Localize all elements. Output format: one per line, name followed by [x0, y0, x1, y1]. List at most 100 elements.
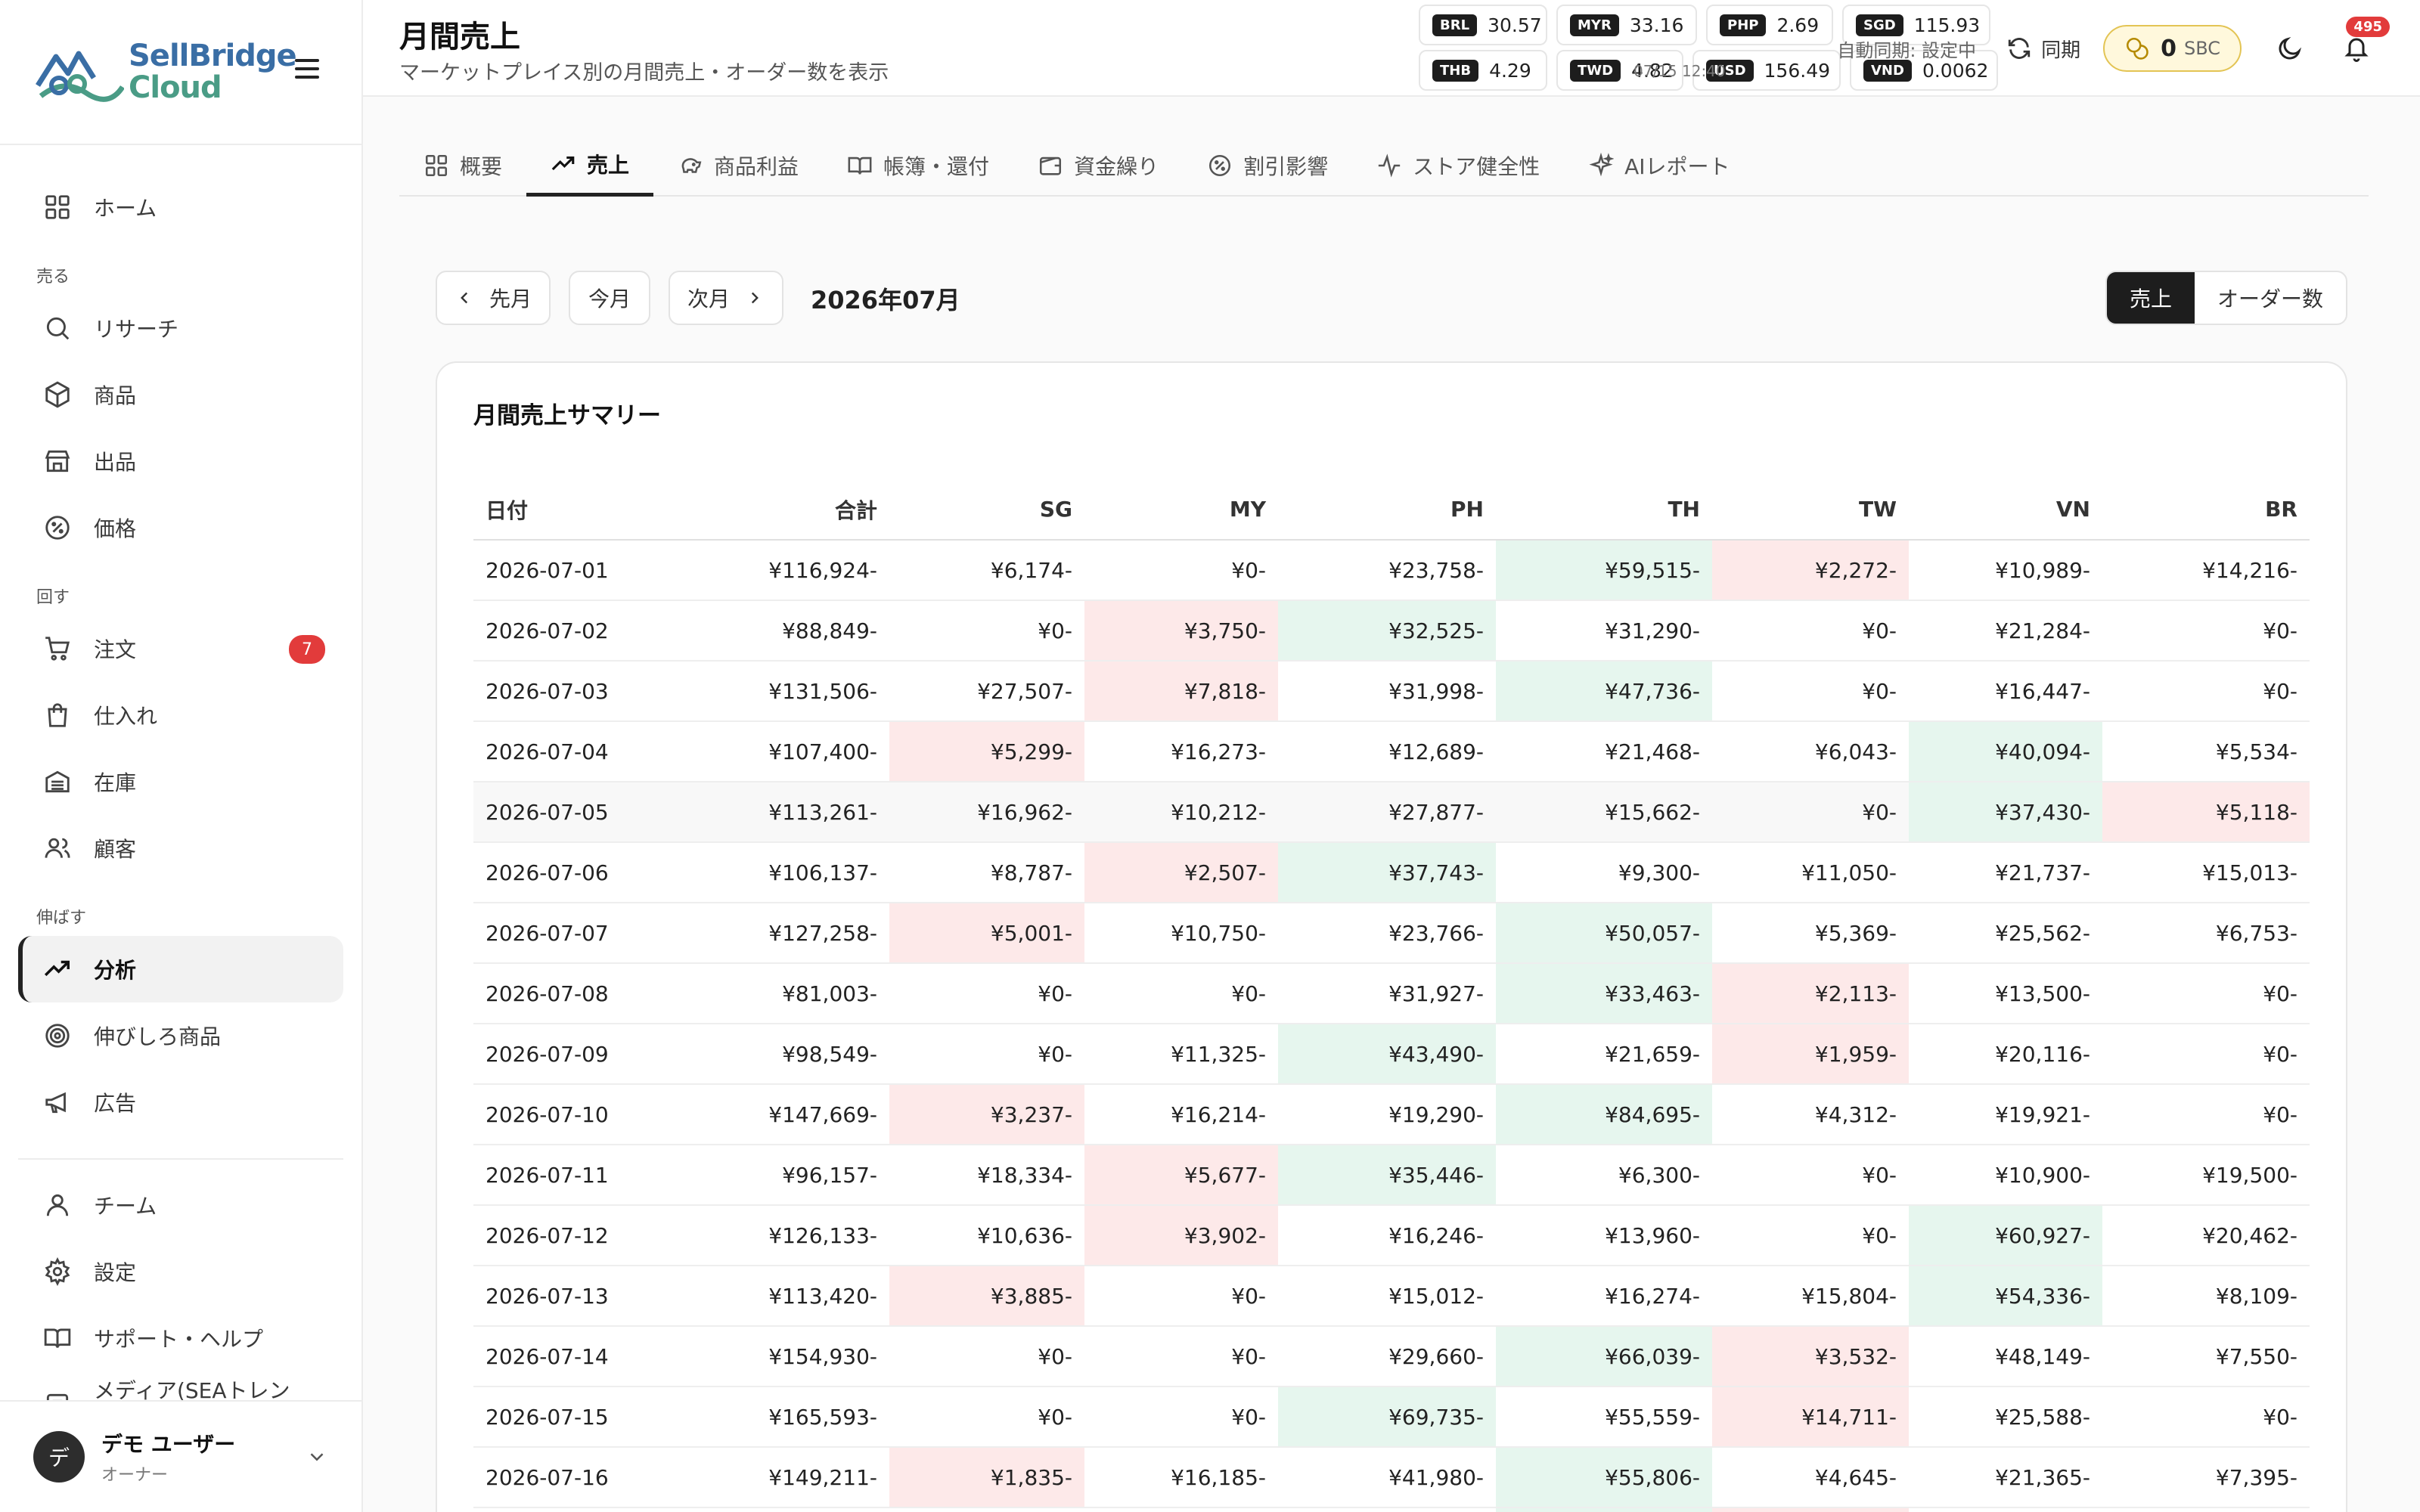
sidebar-item-home[interactable]: ホーム	[18, 174, 343, 240]
target-icon	[42, 1021, 73, 1051]
chevron-right-icon	[751, 292, 759, 304]
col-header-my[interactable]: MY	[1084, 479, 1278, 541]
fx-rate-php: PHP 2.69	[1706, 5, 1833, 45]
metric-orders-button[interactable]: オーダー数	[2195, 272, 2346, 324]
cell-tw	[1712, 1507, 1909, 1512]
cell-th: ¥21,659-	[1496, 1024, 1712, 1085]
sidebar-item-settings[interactable]: 設定	[18, 1238, 343, 1305]
tab-ai-report[interactable]: AIレポート	[1564, 135, 1754, 197]
current-month-button[interactable]: 今月	[569, 271, 650, 325]
nav-group-sell: 売る	[36, 268, 70, 287]
cell-ph: ¥19,290-	[1278, 1084, 1496, 1145]
sidebar-item-pricing[interactable]: 価格	[18, 494, 343, 561]
col-header-th[interactable]: TH	[1496, 479, 1712, 541]
cell-my: ¥0-	[1084, 1266, 1278, 1327]
refresh-icon	[2008, 38, 2031, 59]
logo[interactable]: SellBridge Cloud	[33, 40, 297, 104]
megaphone-icon	[42, 1087, 73, 1117]
theme-toggle-button[interactable]	[2272, 30, 2308, 67]
table-row[interactable]: 2026-07-13 ¥113,420- ¥3,885- ¥0- ¥15,012- ¥16…	[473, 1266, 2310, 1327]
cell-date: 2026-07-17	[473, 1507, 670, 1512]
table-row[interactable]: 2026-07-09 ¥98,549- ¥0- ¥11,325- ¥43,490- ¥21…	[473, 1024, 2310, 1085]
col-header-vn[interactable]: VN	[1909, 479, 2102, 541]
table-row[interactable]: 2026-07-10 ¥147,669- ¥3,237- ¥16,214- ¥19,29…	[473, 1084, 2310, 1145]
store-icon	[42, 446, 73, 476]
tab-product-profit[interactable]: 商品利益	[653, 135, 823, 197]
table-row[interactable]: 2026-07-08 ¥81,003- ¥0- ¥0- ¥31,927- ¥33,463-…	[473, 963, 2310, 1024]
table-row[interactable]: 2026-07-06 ¥106,137- ¥8,787- ¥2,507- ¥37,743…	[473, 842, 2310, 903]
cell-br: ¥6,753-	[2102, 903, 2310, 964]
next-month-button[interactable]: 次月	[669, 271, 783, 325]
table-row[interactable]: 2026-07-05 ¥113,261- ¥16,962- ¥10,212- ¥27,8…	[473, 782, 2310, 843]
tab-store-health[interactable]: ストア健全性	[1352, 135, 1564, 197]
auto-sync-status[interactable]: 自動同期: 設定中	[1837, 36, 1976, 62]
sidebar-item-growth-items[interactable]: 伸びしろ商品	[18, 1002, 343, 1069]
cell-sg: ¥0-	[889, 1387, 1084, 1448]
table-row[interactable]: 2026-07-01 ¥116,924- ¥6,174- ¥0- ¥23,758- ¥59…	[473, 540, 2310, 601]
sidebar-item-orders[interactable]: 注文 7	[18, 615, 343, 682]
table-row[interactable]: 2026-07-15 ¥165,593- ¥0- ¥0- ¥69,735- ¥55,559…	[473, 1387, 2310, 1448]
sidebar-item-research[interactable]: リサーチ	[18, 295, 343, 361]
search-icon	[42, 313, 73, 343]
fx-rate-thb: THB 4.29	[1419, 50, 1547, 91]
cell-vn: ¥60,927-	[1909, 1205, 2102, 1266]
cell-date: 2026-07-07	[473, 903, 670, 964]
fx-rate-brl: BRL 30.57	[1419, 5, 1547, 45]
cell-th: ¥55,559-	[1496, 1387, 1712, 1448]
pulse-icon	[1378, 153, 1401, 178]
cell-tw: ¥0-	[1712, 1205, 1909, 1266]
table-row[interactable]: 2026-07-03 ¥131,506- ¥27,507- ¥7,818- ¥31,99…	[473, 661, 2310, 722]
col-header-total[interactable]: 合計	[670, 479, 889, 541]
cell-th: ¥47,736-	[1496, 661, 1712, 722]
coin-balance[interactable]: 0 SBC	[2103, 25, 2242, 72]
cell-vn: ¥10,989-	[1909, 540, 2102, 601]
tab-cashflow[interactable]: 資金繰り	[1013, 135, 1183, 197]
prev-month-button[interactable]: 先月	[436, 271, 551, 325]
table-body: 2026-07-01 ¥116,924- ¥6,174- ¥0- ¥23,758- ¥59…	[473, 540, 2310, 1512]
sidebar-item-analytics[interactable]: 分析	[18, 936, 343, 1002]
sidebar-item-support[interactable]: サポート・ヘルプ	[18, 1305, 343, 1371]
sidebar-item-inventory[interactable]: 在庫	[18, 748, 343, 815]
cell-合計: ¥96,157-	[670, 1145, 889, 1206]
tab-sales[interactable]: 売上	[526, 135, 654, 197]
sidebar-item-customers[interactable]: 顧客	[18, 815, 343, 881]
col-header-ph[interactable]: PH	[1278, 479, 1496, 541]
table-row[interactable]: 2026-07-12 ¥126,133- ¥10,636- ¥3,902- ¥16,24…	[473, 1205, 2310, 1266]
sidebar-item-ads[interactable]: 広告	[18, 1069, 343, 1136]
metric-sales-button[interactable]: 売上	[2106, 272, 2195, 324]
cell-sg: ¥16,962-	[889, 782, 1084, 843]
table-row[interactable]: 2026-07-04 ¥107,400- ¥5,299- ¥16,273- ¥12,68…	[473, 721, 2310, 782]
tab-ledger-refund[interactable]: 帳簿・還付	[823, 135, 1013, 197]
sidebar-item-team[interactable]: チーム	[18, 1172, 343, 1238]
table-row[interactable]: 2026-07-17	[473, 1507, 2310, 1512]
sidebar-item-listing[interactable]: 出品	[18, 428, 343, 494]
table-row[interactable]: 2026-07-07 ¥127,258- ¥5,001- ¥10,750- ¥23,76…	[473, 903, 2310, 964]
sync-button[interactable]: 同期	[2006, 35, 2080, 63]
col-header-date[interactable]: 日付	[473, 479, 670, 541]
cell-tw: ¥11,050-	[1712, 842, 1909, 903]
logo-mark-icon	[36, 51, 124, 102]
cell-vn: ¥21,284-	[1909, 600, 2102, 662]
sidebar-item-purchasing[interactable]: 仕入れ	[18, 682, 343, 748]
table-row[interactable]: 2026-07-14 ¥154,930- ¥0- ¥0- ¥29,660- ¥66,039…	[473, 1326, 2310, 1387]
user-menu[interactable]: デ デモ ユーザー オーナー	[0, 1400, 361, 1512]
cell-sg: ¥0-	[889, 963, 1084, 1024]
tab-overview[interactable]: 概要	[399, 135, 526, 197]
cell-br: ¥7,550-	[2102, 1326, 2310, 1387]
cell-sg: ¥18,334-	[889, 1145, 1084, 1206]
table-row[interactable]: 2026-07-11 ¥96,157- ¥18,334- ¥5,677- ¥35,446…	[473, 1145, 2310, 1206]
monthly-sales-table: 日付 合計 SG MY PH TH TW VN BR 2026-07-01 ¥11…	[473, 479, 2310, 1512]
menu-toggle-icon[interactable]	[295, 59, 319, 79]
sidebar-item-products[interactable]: 商品	[18, 361, 343, 428]
col-header-br[interactable]: BR	[2102, 479, 2310, 541]
tab-discount-impact[interactable]: 割引影響	[1183, 135, 1352, 197]
cell-date: 2026-07-05	[473, 782, 670, 843]
sparkle-icon	[1589, 153, 1615, 177]
table-row[interactable]: 2026-07-16 ¥149,211- ¥1,835- ¥16,185- ¥41,98…	[473, 1447, 2310, 1508]
cell-date: 2026-07-03	[473, 661, 670, 722]
col-header-tw[interactable]: TW	[1712, 479, 1909, 541]
notifications-button[interactable]: 495	[2338, 17, 2390, 67]
table-row[interactable]: 2026-07-02 ¥88,849- ¥0- ¥3,750- ¥32,525- ¥31,…	[473, 600, 2310, 662]
col-header-sg[interactable]: SG	[889, 479, 1084, 541]
cell-my: ¥0-	[1084, 540, 1278, 601]
